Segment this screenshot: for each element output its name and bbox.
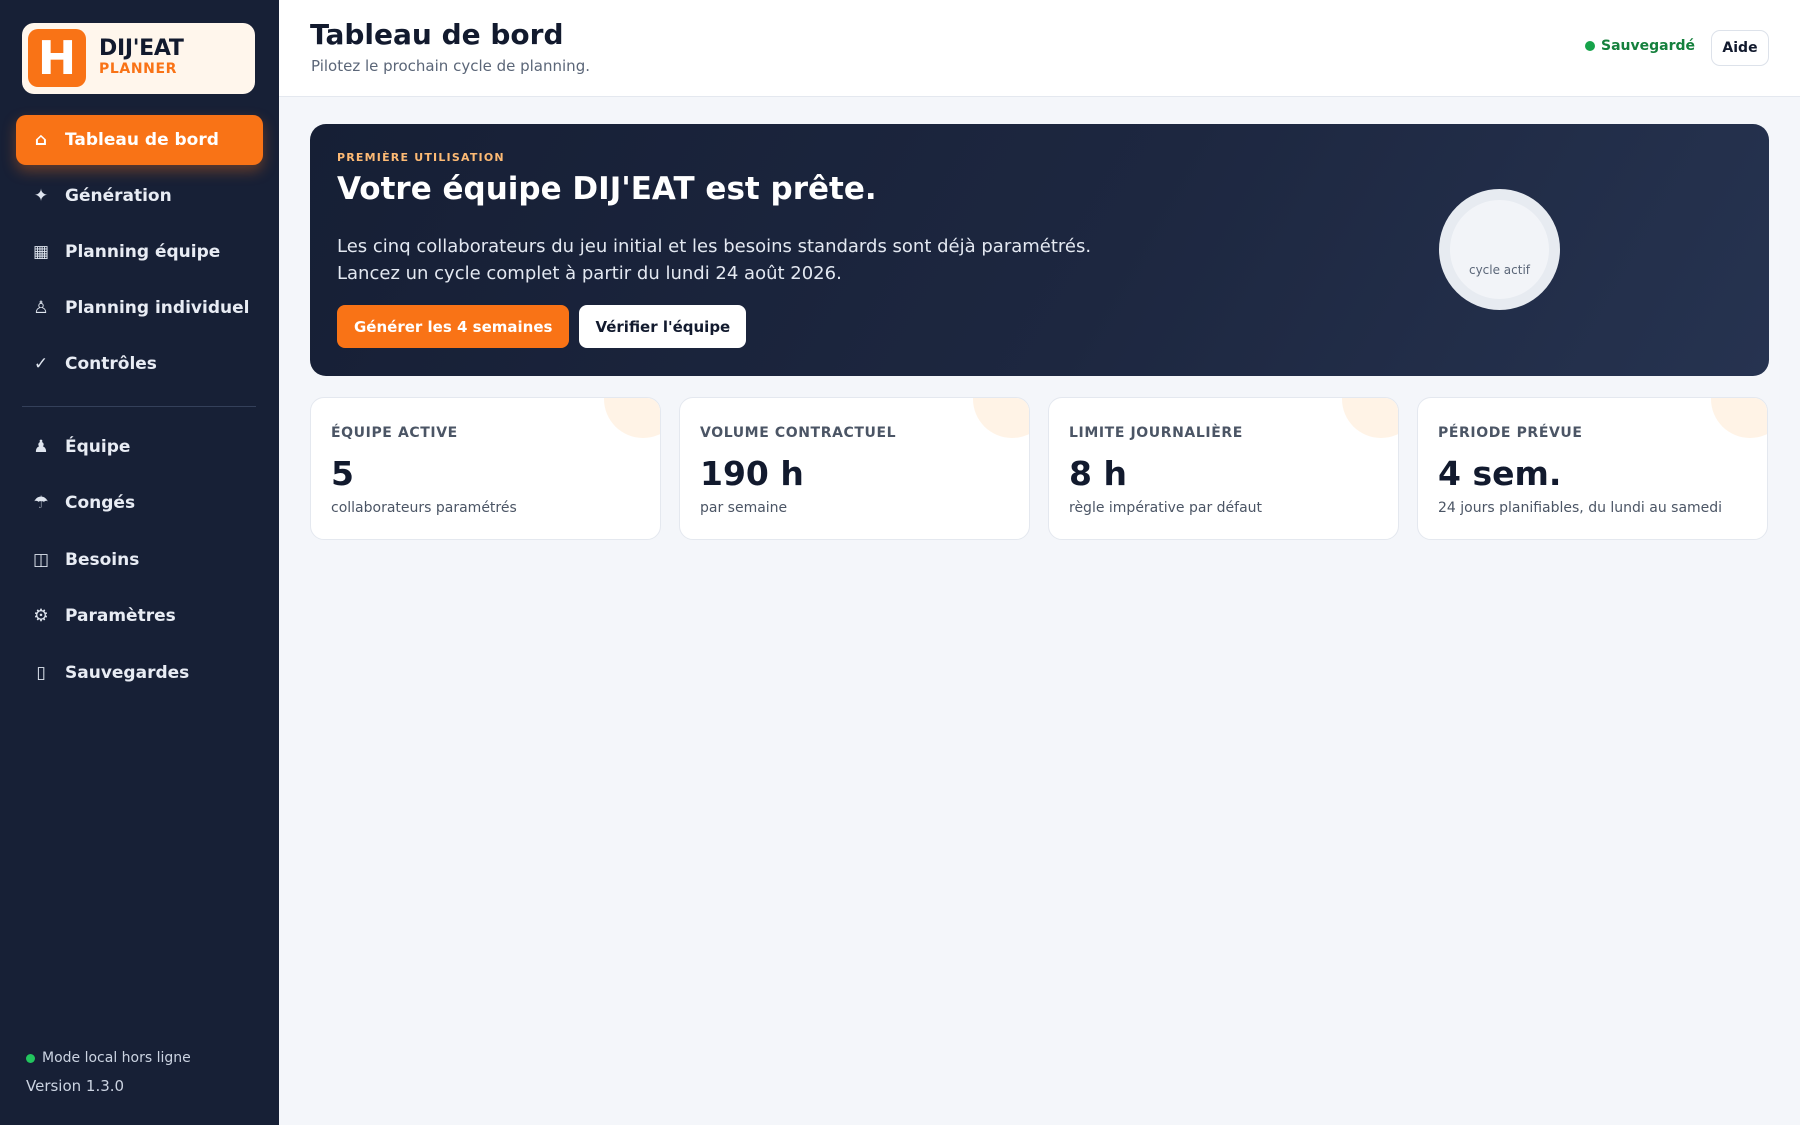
hero-actions: Générer les 4 semaines Vérifier l'équipe: [337, 305, 747, 348]
logo-text: DIJ'EAT PLANNER: [99, 36, 184, 78]
sidebar-item-label: Planning individuel: [65, 298, 250, 318]
hero-title: Votre équipe DIJ'EAT est prête.: [337, 171, 877, 207]
sidebar-item-generation[interactable]: ✦ Génération: [16, 171, 263, 221]
sidebar-item-sauvegardes[interactable]: ▯ Sauvegardes: [16, 648, 263, 698]
card-decoration: [973, 398, 1029, 438]
sidebar-item-besoins[interactable]: ◫ Besoins: [16, 535, 263, 585]
saved-status-badge: Sauvegardé: [1584, 38, 1695, 54]
stat-value: 5: [331, 454, 354, 493]
hero-description-line-2: Lancez un cycle complet à partir du lund…: [337, 263, 842, 284]
team-icon: ♟: [33, 437, 49, 457]
brand-name: DIJ'EAT: [99, 36, 184, 61]
active-cycle-indicator: cycle actif: [1439, 189, 1560, 310]
verify-team-button[interactable]: Vérifier l'équipe: [579, 305, 747, 348]
person-icon: ♙: [33, 298, 49, 318]
sidebar-item-label: Besoins: [65, 550, 140, 570]
stat-value: 8 h: [1069, 454, 1127, 493]
logo-letter: H: [37, 31, 77, 85]
help-button[interactable]: Aide: [1711, 30, 1769, 66]
stat-label: ÉQUIPE ACTIVE: [331, 425, 458, 441]
stat-card-active-team: ÉQUIPE ACTIVE 5 collaborateurs paramétré…: [310, 397, 661, 540]
check-icon: ✓: [33, 354, 49, 374]
sparkle-icon: ✦: [33, 186, 49, 206]
sidebar: H DIJ'EAT PLANNER ⌂ Tableau de bord ✦ Gé…: [0, 0, 279, 1125]
sidebar-item-label: Génération: [65, 186, 172, 206]
home-icon: ⌂: [34, 130, 48, 150]
stat-card-planned-period: PÉRIODE PRÉVUE 4 sem. 24 jours planifiab…: [1417, 397, 1768, 540]
sidebar-footer: Mode local hors ligne Version 1.3.0: [26, 1050, 191, 1095]
columns-icon: ◫: [32, 550, 50, 570]
stat-label: LIMITE JOURNALIÈRE: [1069, 425, 1243, 441]
page-subtitle: Pilotez le prochain cycle de planning.: [311, 57, 590, 75]
brand-sub: PLANNER: [99, 61, 177, 77]
sidebar-item-label: Planning équipe: [65, 242, 221, 262]
stat-value: 190 h: [700, 454, 804, 493]
status-dot-icon: [26, 1053, 35, 1063]
saved-status-text: Sauvegardé: [1600, 38, 1695, 54]
sidebar-item-label: Équipe: [65, 437, 131, 457]
logo-mark: H: [28, 29, 86, 87]
page-header: Tableau de bord Pilotez le prochain cycl…: [279, 0, 1800, 97]
sidebar-item-conges[interactable]: ☂ Congés: [16, 478, 263, 528]
sidebar-item-label: Tableau de bord: [65, 130, 219, 150]
generate-weeks-button[interactable]: Générer les 4 semaines: [337, 305, 570, 348]
sidebar-item-label: Congés: [65, 493, 136, 513]
sidebar-item-label: Contrôles: [65, 354, 157, 374]
stat-description: règle impérative par défaut: [1069, 500, 1263, 516]
nav-divider: [22, 406, 256, 407]
hero-description-line-1: Les cinq collaborateurs du jeu initial e…: [337, 236, 1092, 257]
offline-status-text: Mode local hors ligne: [42, 1050, 191, 1066]
sidebar-item-planning-equipe[interactable]: ▦ Planning équipe: [16, 227, 263, 277]
hero-eyebrow: PREMIÈRE UTILISATION: [337, 151, 505, 164]
sidebar-item-label: Sauvegardes: [65, 663, 190, 683]
stat-description: collaborateurs paramétrés: [331, 500, 517, 516]
sidebar-item-label: Paramètres: [65, 606, 176, 626]
backup-icon: ▯: [36, 663, 46, 683]
app-logo[interactable]: H DIJ'EAT PLANNER: [22, 23, 255, 94]
sidebar-item-planning-individuel[interactable]: ♙ Planning individuel: [16, 283, 263, 333]
onboarding-hero: PREMIÈRE UTILISATION Votre équipe DIJ'EA…: [310, 124, 1769, 376]
hero-description: Les cinq collaborateurs du jeu initial e…: [337, 233, 1157, 287]
app-version: Version 1.3.0: [26, 1077, 125, 1095]
sidebar-item-parametres[interactable]: ⚙ Paramètres: [16, 591, 263, 641]
cycle-label: cycle actif: [1468, 263, 1531, 277]
sidebar-item-tableau-de-bord[interactable]: ⌂ Tableau de bord: [16, 115, 263, 165]
sidebar-item-controles[interactable]: ✓ Contrôles: [16, 339, 263, 389]
sidebar-item-equipe[interactable]: ♟ Équipe: [16, 422, 263, 472]
offline-status: Mode local hors ligne: [26, 1050, 191, 1066]
umbrella-icon: ☂: [33, 493, 49, 513]
page-title: Tableau de bord: [310, 18, 564, 51]
stat-description: 24 jours planifiables, du lundi au samed…: [1438, 500, 1723, 516]
card-decoration: [1342, 398, 1398, 438]
stat-card-contract-volume: VOLUME CONTRACTUEL 190 h par semaine: [679, 397, 1030, 540]
stat-value: 4 sem.: [1438, 454, 1562, 493]
grid-icon: ▦: [32, 242, 50, 262]
saved-dot-icon: [1584, 41, 1595, 51]
gear-icon: ⚙: [33, 606, 49, 626]
stat-label: PÉRIODE PRÉVUE: [1438, 425, 1583, 441]
stat-label: VOLUME CONTRACTUEL: [700, 425, 897, 441]
stat-card-daily-limit: LIMITE JOURNALIÈRE 8 h règle impérative …: [1048, 397, 1399, 540]
card-decoration: [1711, 398, 1767, 438]
stat-description: par semaine: [700, 500, 788, 516]
card-decoration: [604, 398, 660, 438]
